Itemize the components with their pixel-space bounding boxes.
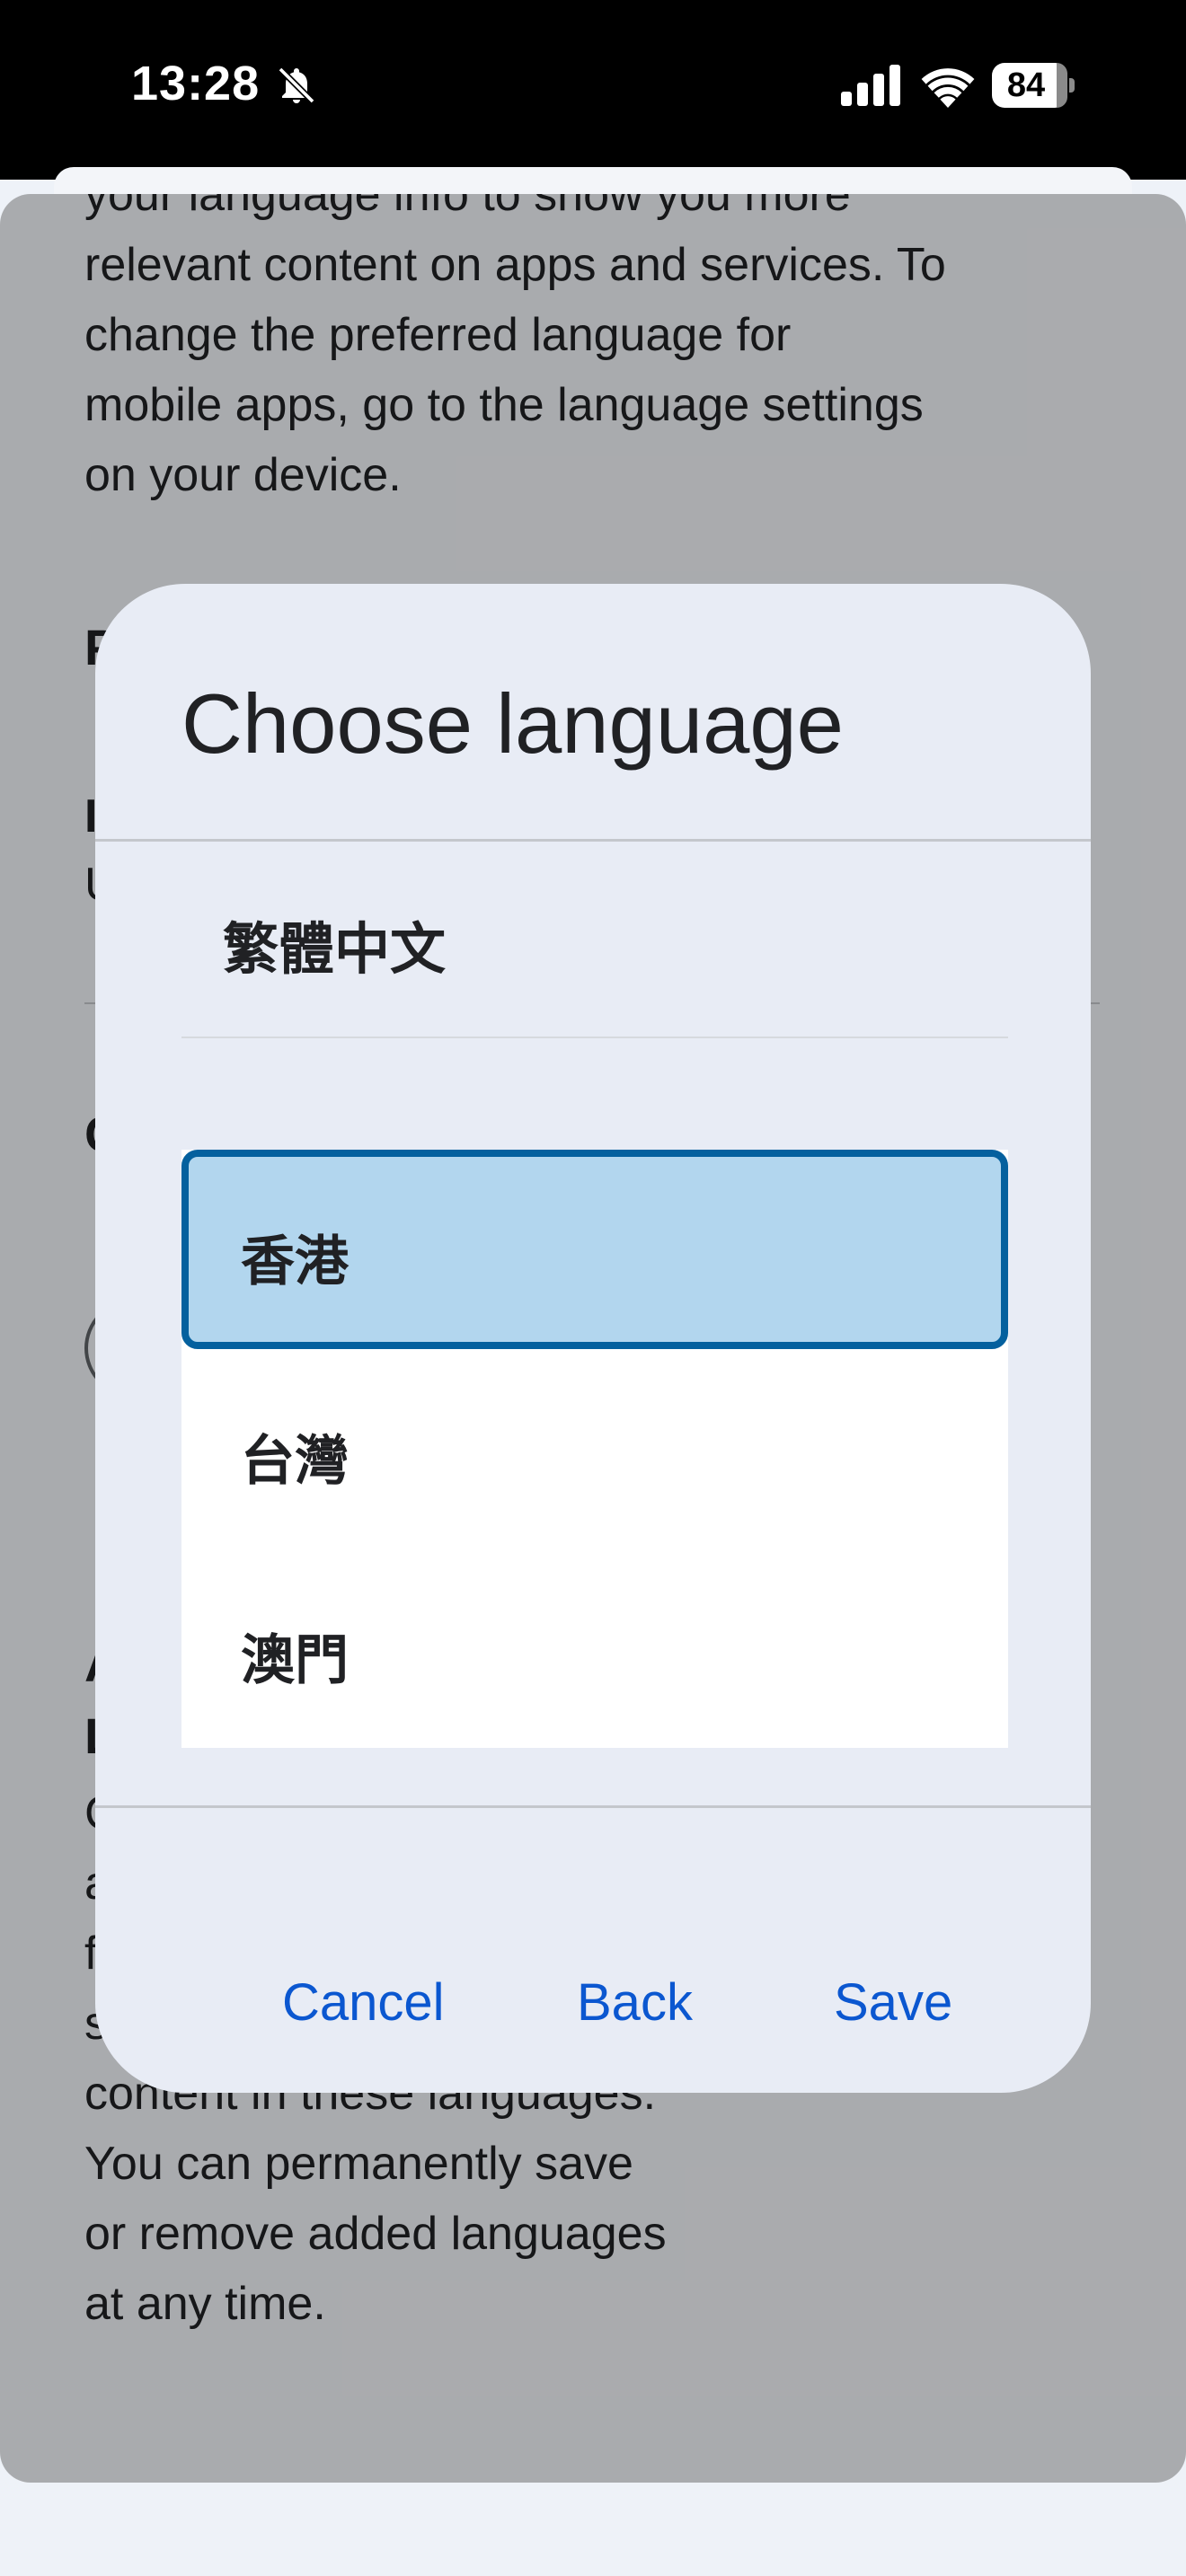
save-button[interactable]: Save (834, 1972, 952, 2033)
selected-language-row[interactable]: 繁體中文 (181, 842, 1008, 1038)
region-option-label: 香港 (241, 1231, 349, 1293)
choose-language-dialog: Choose language 繁體中文 香港 台灣 澳門 Cancel Bac… (95, 584, 1091, 2093)
wifi-icon (921, 68, 975, 108)
back-button[interactable]: Back (577, 1972, 693, 2033)
region-option-macau[interactable]: 澳門 (181, 1548, 1008, 1748)
dialog-top-divider (95, 839, 1091, 842)
region-option-hong-kong[interactable]: 香港 (181, 1150, 1008, 1349)
divider (181, 1037, 1008, 1038)
dialog-actions: Cancel Back Save (95, 1931, 1091, 2066)
cellular-signal-icon (841, 65, 900, 106)
status-time: 13:28 (131, 57, 261, 110)
cancel-button[interactable]: Cancel (282, 1972, 445, 2033)
bell-off-icon (278, 66, 315, 104)
battery-icon: 84 (992, 63, 1075, 108)
region-option-label: 台灣 (241, 1430, 349, 1493)
selected-language-label: 繁體中文 (223, 916, 447, 982)
status-bar: 13:28 84 (0, 0, 1186, 180)
region-list: 香港 台灣 澳門 (181, 1150, 1008, 1748)
dialog-title: Choose language (181, 676, 844, 771)
region-option-taiwan[interactable]: 台灣 (181, 1349, 1008, 1548)
battery-level: 84 (1006, 66, 1046, 104)
dialog-bottom-divider (95, 1805, 1091, 1808)
region-option-label: 澳門 (241, 1629, 349, 1692)
